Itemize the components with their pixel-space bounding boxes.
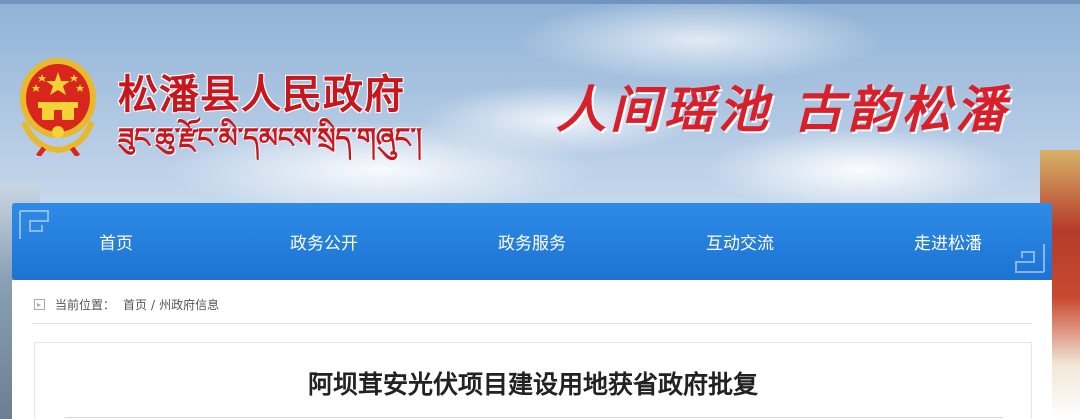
article-container: 阿坝茸安光伏项目建设用地获省政府批复 [34,342,1032,419]
cloud-pattern-icon [1015,244,1045,273]
main-nav: 首页 政务公开 政务服务 互动交流 走进松潘 [12,203,1052,280]
location-icon [34,299,45,310]
divider [65,417,1003,418]
breadcrumb-link-home[interactable]: 首页 [123,296,147,313]
site-title-tibetan: ཟུང་ཆུ་རྫོང་མི་དམངས་སྲིད་གཞུང་། [118,123,422,154]
top-strip [0,0,1080,4]
main-content: 当前位置： 首页 / 州政府信息 阿坝茸安光伏项目建设用地获省政府批复 [12,280,1052,419]
breadcrumb-prefix: 当前位置： [55,298,116,312]
breadcrumb-separator: / [151,297,156,312]
national-emblem-icon [20,58,96,156]
cloud-pattern-icon [19,210,49,239]
slogan: 人间瑶池 古韵松潘 [556,80,1010,139]
nav-item-gov-services[interactable]: 政务服务 [428,229,636,254]
nav-item-interaction[interactable]: 互动交流 [636,229,844,254]
breadcrumb-link-section[interactable]: 州政府信息 [159,296,219,313]
breadcrumb: 当前位置： 首页 / 州政府信息 [34,296,219,313]
nav-item-gov-affairs-open[interactable]: 政务公开 [220,229,428,254]
divider [32,323,1032,324]
article-title: 阿坝茸安光伏项目建设用地获省政府批复 [307,370,758,399]
